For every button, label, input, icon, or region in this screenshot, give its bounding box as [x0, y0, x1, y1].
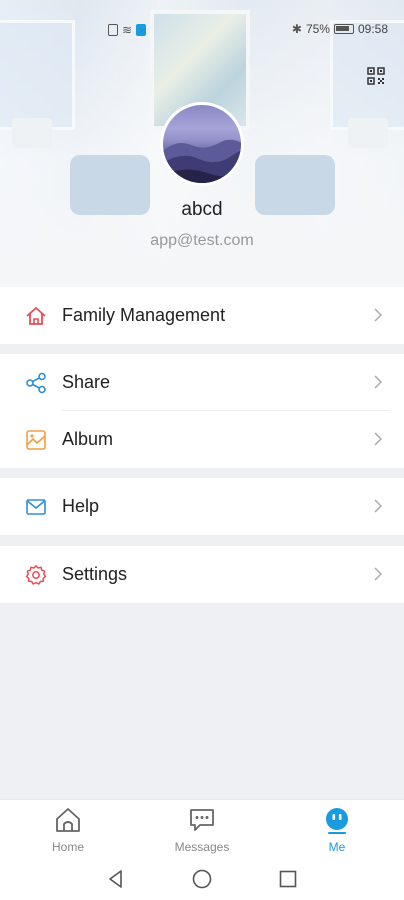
system-navigation-bar — [0, 857, 404, 900]
recents-icon[interactable] — [278, 869, 298, 889]
wifi-icon: ≋ — [122, 23, 133, 37]
chevron-right-icon — [374, 375, 382, 389]
username: abcd — [181, 199, 223, 220]
status-icons: ≋ — [108, 23, 147, 37]
menu-group-family: Family Management — [0, 287, 404, 344]
chevron-right-icon — [374, 499, 382, 513]
menu-group-settings: Settings — [0, 546, 404, 603]
menu-label: Help — [62, 496, 100, 516]
tab-home[interactable]: Home — [23, 800, 113, 858]
sim-icon — [108, 24, 118, 36]
menu-item-settings[interactable]: Settings — [0, 546, 404, 603]
share-icon — [26, 372, 46, 394]
user-email: app@test.com — [150, 232, 254, 249]
bluetooth-icon: ✱ — [291, 22, 302, 36]
menu-group-help: Help — [0, 478, 404, 535]
home-icon — [26, 307, 46, 325]
home-circle-icon[interactable] — [192, 869, 212, 889]
menu-label: Family Management — [62, 305, 226, 325]
album-icon — [26, 430, 46, 450]
back-icon[interactable] — [106, 869, 126, 889]
mail-icon — [26, 499, 46, 515]
qr-code-icon[interactable] — [367, 67, 385, 85]
status-right: ✱ 75% 09:58 — [292, 22, 388, 36]
tab-label: Me — [328, 840, 346, 854]
gear-icon — [25, 565, 47, 585]
tab-me[interactable]: Me — [292, 800, 382, 858]
clock: 09:58 — [357, 22, 388, 36]
tab-label: Home — [51, 840, 84, 854]
menu-item-family-management[interactable]: Family Management — [0, 287, 404, 344]
chevron-right-icon — [374, 432, 382, 446]
avatar[interactable] — [160, 102, 244, 186]
menu-label: Share — [62, 372, 111, 392]
menu-item-share[interactable]: Share — [0, 354, 404, 411]
app-notification-icon — [136, 24, 147, 36]
menu-item-help[interactable]: Help — [0, 478, 404, 535]
background-lamp — [348, 118, 388, 148]
menu-label: Settings — [62, 564, 128, 584]
status-bar: ≋ ✱ 75% 09:58 — [0, 22, 404, 40]
bottom-tab-bar: Home Messages Me — [0, 799, 404, 857]
chat-icon — [190, 809, 214, 831]
tab-label: Messages — [174, 840, 230, 854]
smiley-face-icon — [326, 808, 348, 834]
menu-label: Album — [62, 429, 114, 449]
home-icon — [56, 808, 80, 832]
tab-messages[interactable]: Messages — [157, 800, 247, 858]
battery-icon — [333, 24, 354, 34]
menu-group-media: Share Album — [0, 354, 404, 468]
battery-percent: 75% — [305, 22, 330, 36]
chevron-right-icon — [374, 567, 382, 581]
menu-item-album[interactable]: Album — [0, 411, 404, 468]
chevron-right-icon — [374, 308, 382, 322]
background-lamp — [12, 118, 52, 148]
